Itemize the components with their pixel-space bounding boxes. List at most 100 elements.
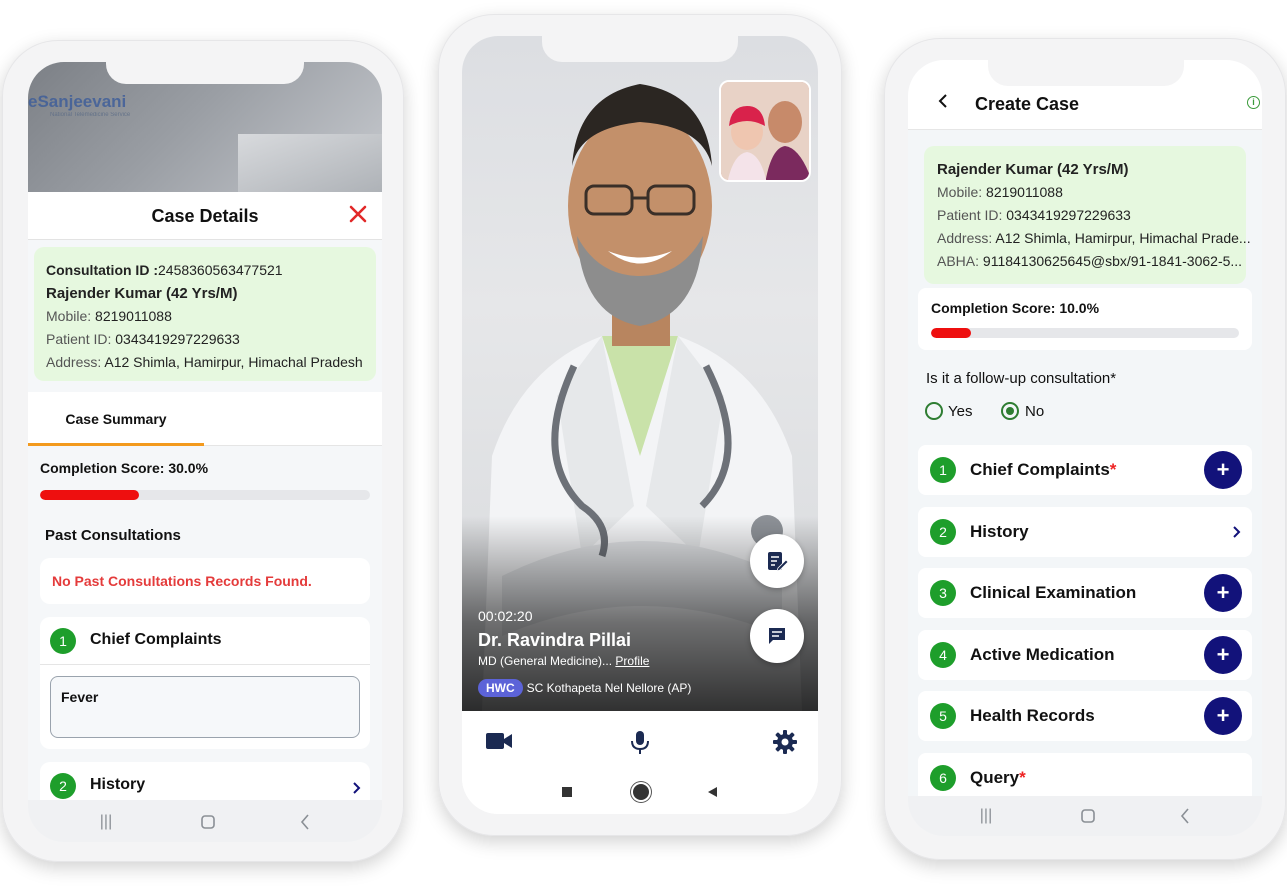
patient-id-label: Patient ID: xyxy=(46,331,112,347)
section-row-active-medication: 4 Active Medication + xyxy=(918,630,1252,680)
page-title: Create Case xyxy=(975,94,1080,114)
facility-row: HWC SC Kothapeta Nel Nellore (AP) xyxy=(478,679,691,697)
add-health-records-button[interactable]: + xyxy=(1204,697,1242,735)
patient-info-card: Rajender Kumar (42 Yrs/M) Mobile: 821901… xyxy=(924,146,1251,284)
back-icon[interactable] xyxy=(706,786,718,798)
radio-yes[interactable] xyxy=(925,402,943,420)
settings-icon[interactable] xyxy=(772,729,798,755)
completion-score: Completion Score: 10.0% xyxy=(931,300,1100,316)
right-phone-frame: Create Case i Rajender Kumar (42 Yrs/M) … xyxy=(884,38,1286,860)
android-nav-bar xyxy=(462,771,818,814)
step-number-2: 2 xyxy=(50,773,76,799)
step-number-4: 4 xyxy=(930,642,956,668)
section-label-text: Clinical Examination xyxy=(970,583,1137,602)
section-label: Clinical Examination xyxy=(970,583,1136,603)
address-row: Address: A12 Shimla, Hamirpur, Himachal … xyxy=(46,351,364,374)
step-number-3: 3 xyxy=(930,580,956,606)
close-icon[interactable] xyxy=(348,204,368,224)
section-label-text: Query xyxy=(970,768,1020,787)
section-label: Query* xyxy=(970,768,1026,788)
back-icon[interactable] xyxy=(1176,806,1196,826)
add-chief-complaints-button[interactable]: + xyxy=(1204,451,1242,489)
add-clinical-examination-button[interactable]: + xyxy=(1204,574,1242,612)
doctor-name: Dr. Ravindra Pillai xyxy=(478,630,632,650)
step-number-5: 5 xyxy=(930,703,956,729)
address-value: A12 Shimla, Hamirpur, Himachal Pradesh xyxy=(104,354,363,370)
consultation-id-label: Consultation ID : xyxy=(46,262,158,278)
radio-no[interactable] xyxy=(1001,402,1019,420)
patient-id-row: Patient ID: 0343419297229633 xyxy=(937,204,1233,227)
divider xyxy=(40,664,370,665)
recent-apps-icon[interactable] xyxy=(562,787,572,797)
home-icon[interactable] xyxy=(1078,806,1098,826)
home-icon[interactable] xyxy=(633,784,649,800)
doctor-specialization-row: MD (General Medicine)... Profile xyxy=(478,654,649,668)
mobile-value: 8219011088 xyxy=(95,308,172,324)
patient-id-row: Patient ID: 0343419297229633 xyxy=(46,328,364,351)
section-label-text: History xyxy=(970,522,1029,541)
address-row: Address: A12 Shimla, Hamirpur, Himachal … xyxy=(937,227,1251,250)
recent-apps-icon[interactable]: ||| xyxy=(976,806,996,826)
call-timer: 00:02:20 xyxy=(478,608,533,624)
chevron-right-icon[interactable] xyxy=(1230,526,1242,538)
chevron-right-icon[interactable] xyxy=(350,782,362,794)
complaint-textbox[interactable]: Fever xyxy=(50,676,360,738)
back-arrow-icon[interactable] xyxy=(936,94,950,108)
back-icon[interactable] xyxy=(296,812,316,832)
step-number-6: 6 xyxy=(930,765,956,791)
patient-id-value: 0343419297229633 xyxy=(1006,207,1131,223)
followup-question: Is it a follow-up consultation* xyxy=(926,370,1117,387)
recent-apps-icon[interactable]: ||| xyxy=(96,812,116,832)
section-label-text: Health Records xyxy=(970,706,1095,725)
doctor-specialization: MD (General Medicine)... xyxy=(478,654,613,668)
patient-id-value: 0343419297229633 xyxy=(115,331,240,347)
consultation-id-value: 2458360563477521 xyxy=(158,262,283,278)
phone-notch xyxy=(106,62,304,84)
section-label-text: Chief Complaints xyxy=(970,460,1110,479)
chat-icon xyxy=(769,628,785,644)
section-label: Health Records xyxy=(970,706,1095,726)
required-asterisk: * xyxy=(1019,768,1026,787)
tab-case-summary[interactable]: Case Summary xyxy=(28,392,204,446)
completion-score: Completion Score: 30.0% xyxy=(40,460,209,476)
required-asterisk: * xyxy=(1109,460,1117,479)
past-consultations-title: Past Consultations xyxy=(45,527,181,544)
patient-thumbnail xyxy=(721,82,809,180)
left-phone-frame: eSanjeevani National Telemedicine Servic… xyxy=(2,40,404,862)
mobile-label: Mobile: xyxy=(46,308,92,324)
home-icon[interactable] xyxy=(198,812,218,832)
add-active-medication-button[interactable]: + xyxy=(1204,636,1242,674)
section-label-text: Active Medication xyxy=(970,645,1115,664)
chat-button[interactable] xyxy=(750,609,804,663)
abha-value: 91184130625645@sbx/91-1841-3062-5... xyxy=(982,253,1243,269)
notes-button[interactable] xyxy=(750,534,804,588)
consultation-id-row: Consultation ID :2458360563477521 xyxy=(46,259,364,282)
patient-video-pip[interactable] xyxy=(719,80,811,182)
section-row-history[interactable]: 2 History xyxy=(918,507,1252,557)
case-details-screen: eSanjeevani National Telemedicine Servic… xyxy=(28,62,382,842)
history-label: History xyxy=(90,776,146,793)
info-icon[interactable]: i xyxy=(1247,96,1260,109)
section-row-health-records: 5 Health Records + xyxy=(918,691,1252,741)
abha-row: ABHA: 91184130625645@sbx/91-1841-3062-5.… xyxy=(937,250,1242,273)
profile-link[interactable]: Profile xyxy=(615,654,649,668)
logo-subtitle: National Telemedicine Service xyxy=(50,112,131,118)
completion-progress-fill xyxy=(931,328,972,338)
phone-notch xyxy=(542,36,738,62)
microphone-icon[interactable] xyxy=(628,729,652,755)
chief-complaints-label[interactable]: Chief Complaints xyxy=(90,631,222,649)
patient-info-card: Consultation ID :2458360563477521 Rajend… xyxy=(34,247,376,381)
radio-yes-label: Yes xyxy=(948,403,973,420)
address-value: A12 Shimla, Hamirpur, Himachal Prade... xyxy=(995,230,1251,246)
address-label: Address: xyxy=(46,354,102,370)
sheet-header: Case Details xyxy=(28,192,382,240)
abha-label: ABHA: xyxy=(937,253,980,269)
step-number-1: 1 xyxy=(930,457,956,483)
no-past-records-message: No Past Consultations Records Found. xyxy=(52,573,312,589)
step-number-1: 1 xyxy=(50,628,76,654)
video-camera-icon[interactable] xyxy=(484,729,514,753)
section-label: Chief Complaints* xyxy=(970,460,1116,480)
window-decoration xyxy=(238,134,382,192)
video-call-screen: 00:02:20 Dr. Ravindra Pillai MD (General… xyxy=(462,36,818,814)
chief-complaints-section: 1 Chief Complaints Fever xyxy=(40,617,370,749)
